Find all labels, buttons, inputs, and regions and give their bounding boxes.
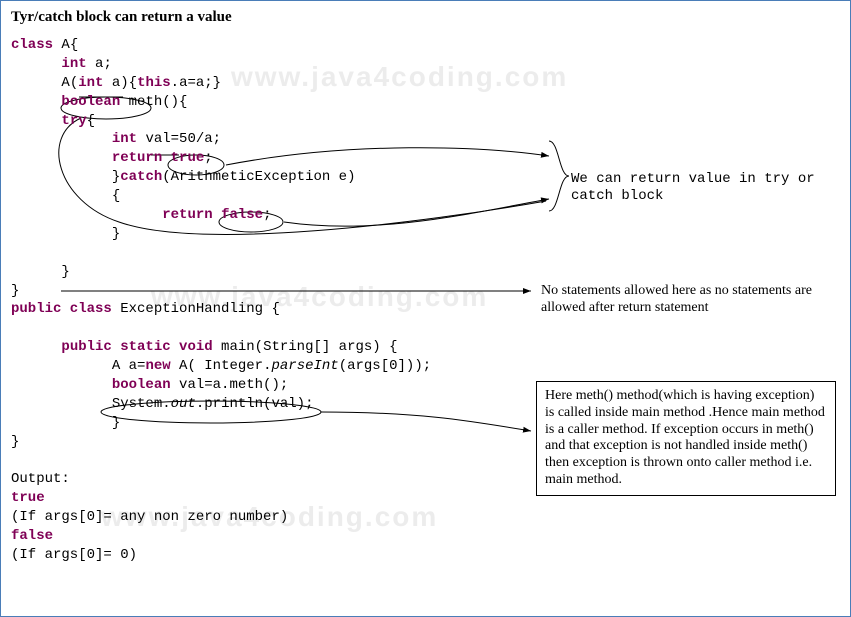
code-ital: out [171,396,196,412]
annotation-return-in-try-catch: We can return value in try or catch bloc… [571,171,831,205]
code-text: A{ [53,37,78,53]
code-text [213,207,221,223]
kw-try: try [61,113,86,129]
section-title: Tyr/catch block can return a value [11,9,840,26]
code-text: } [112,415,120,431]
kw-public-class: public class [11,301,112,317]
kw-new: new [145,358,170,374]
kw-int: int [78,75,103,91]
code-text: a; [87,56,112,72]
kw-class: class [11,37,53,53]
kw-true: true [171,150,205,166]
code-text: A( Integer. [171,358,272,374]
kw-int: int [61,56,86,72]
code-text: } [11,434,19,450]
code-text: { [112,188,120,204]
code-text: } [61,264,69,280]
code-text: (ArithmeticException e) [162,169,355,185]
code-text: meth(){ [120,94,187,110]
code-text: (args[0])); [339,358,431,374]
code-text: .a=a;} [171,75,221,91]
kw-return: return [112,150,162,166]
code-text: } [112,226,120,242]
kw-boolean: boolean [112,377,171,393]
output-false: false [11,528,53,544]
code-text: ExceptionHandling { [112,301,280,317]
kw-catch: catch [120,169,162,185]
code-text: .println(val); [196,396,314,412]
code-text: A( [61,75,78,91]
code-text: } [11,283,19,299]
kw-return: return [162,207,212,223]
code-text: ; [263,207,271,223]
code-text: System. [112,396,171,412]
code-text: A a= [112,358,146,374]
kw-false: false [221,207,263,223]
code-ital: parseInt [271,358,338,374]
annotation-no-statements-after-return: No statements allowed here as no stateme… [541,283,841,317]
output-true: true [11,490,45,506]
code-text: ; [204,150,212,166]
code-text: val=50/a; [137,131,221,147]
code-text: { [87,113,95,129]
output-false-cond: (If args[0]= 0) [11,547,137,563]
output-label: Output: [11,471,70,487]
code-text: val=a.meth(); [171,377,289,393]
code-text: main(String[] args) { [213,339,398,355]
document-frame: www.java4coding.com www.java4coding.com … [0,0,851,617]
kw-int: int [112,131,137,147]
code-text: } [112,169,120,185]
code-text [162,150,170,166]
output-true-cond: (If args[0]= any non zero number) [11,509,288,525]
annotation-caller-method-box: Here meth() method(which is having excep… [536,381,836,496]
kw-boolean: boolean [61,94,120,110]
code-text: a){ [103,75,137,91]
kw-this: this [137,75,171,91]
kw-psvm: public static void [61,339,212,355]
